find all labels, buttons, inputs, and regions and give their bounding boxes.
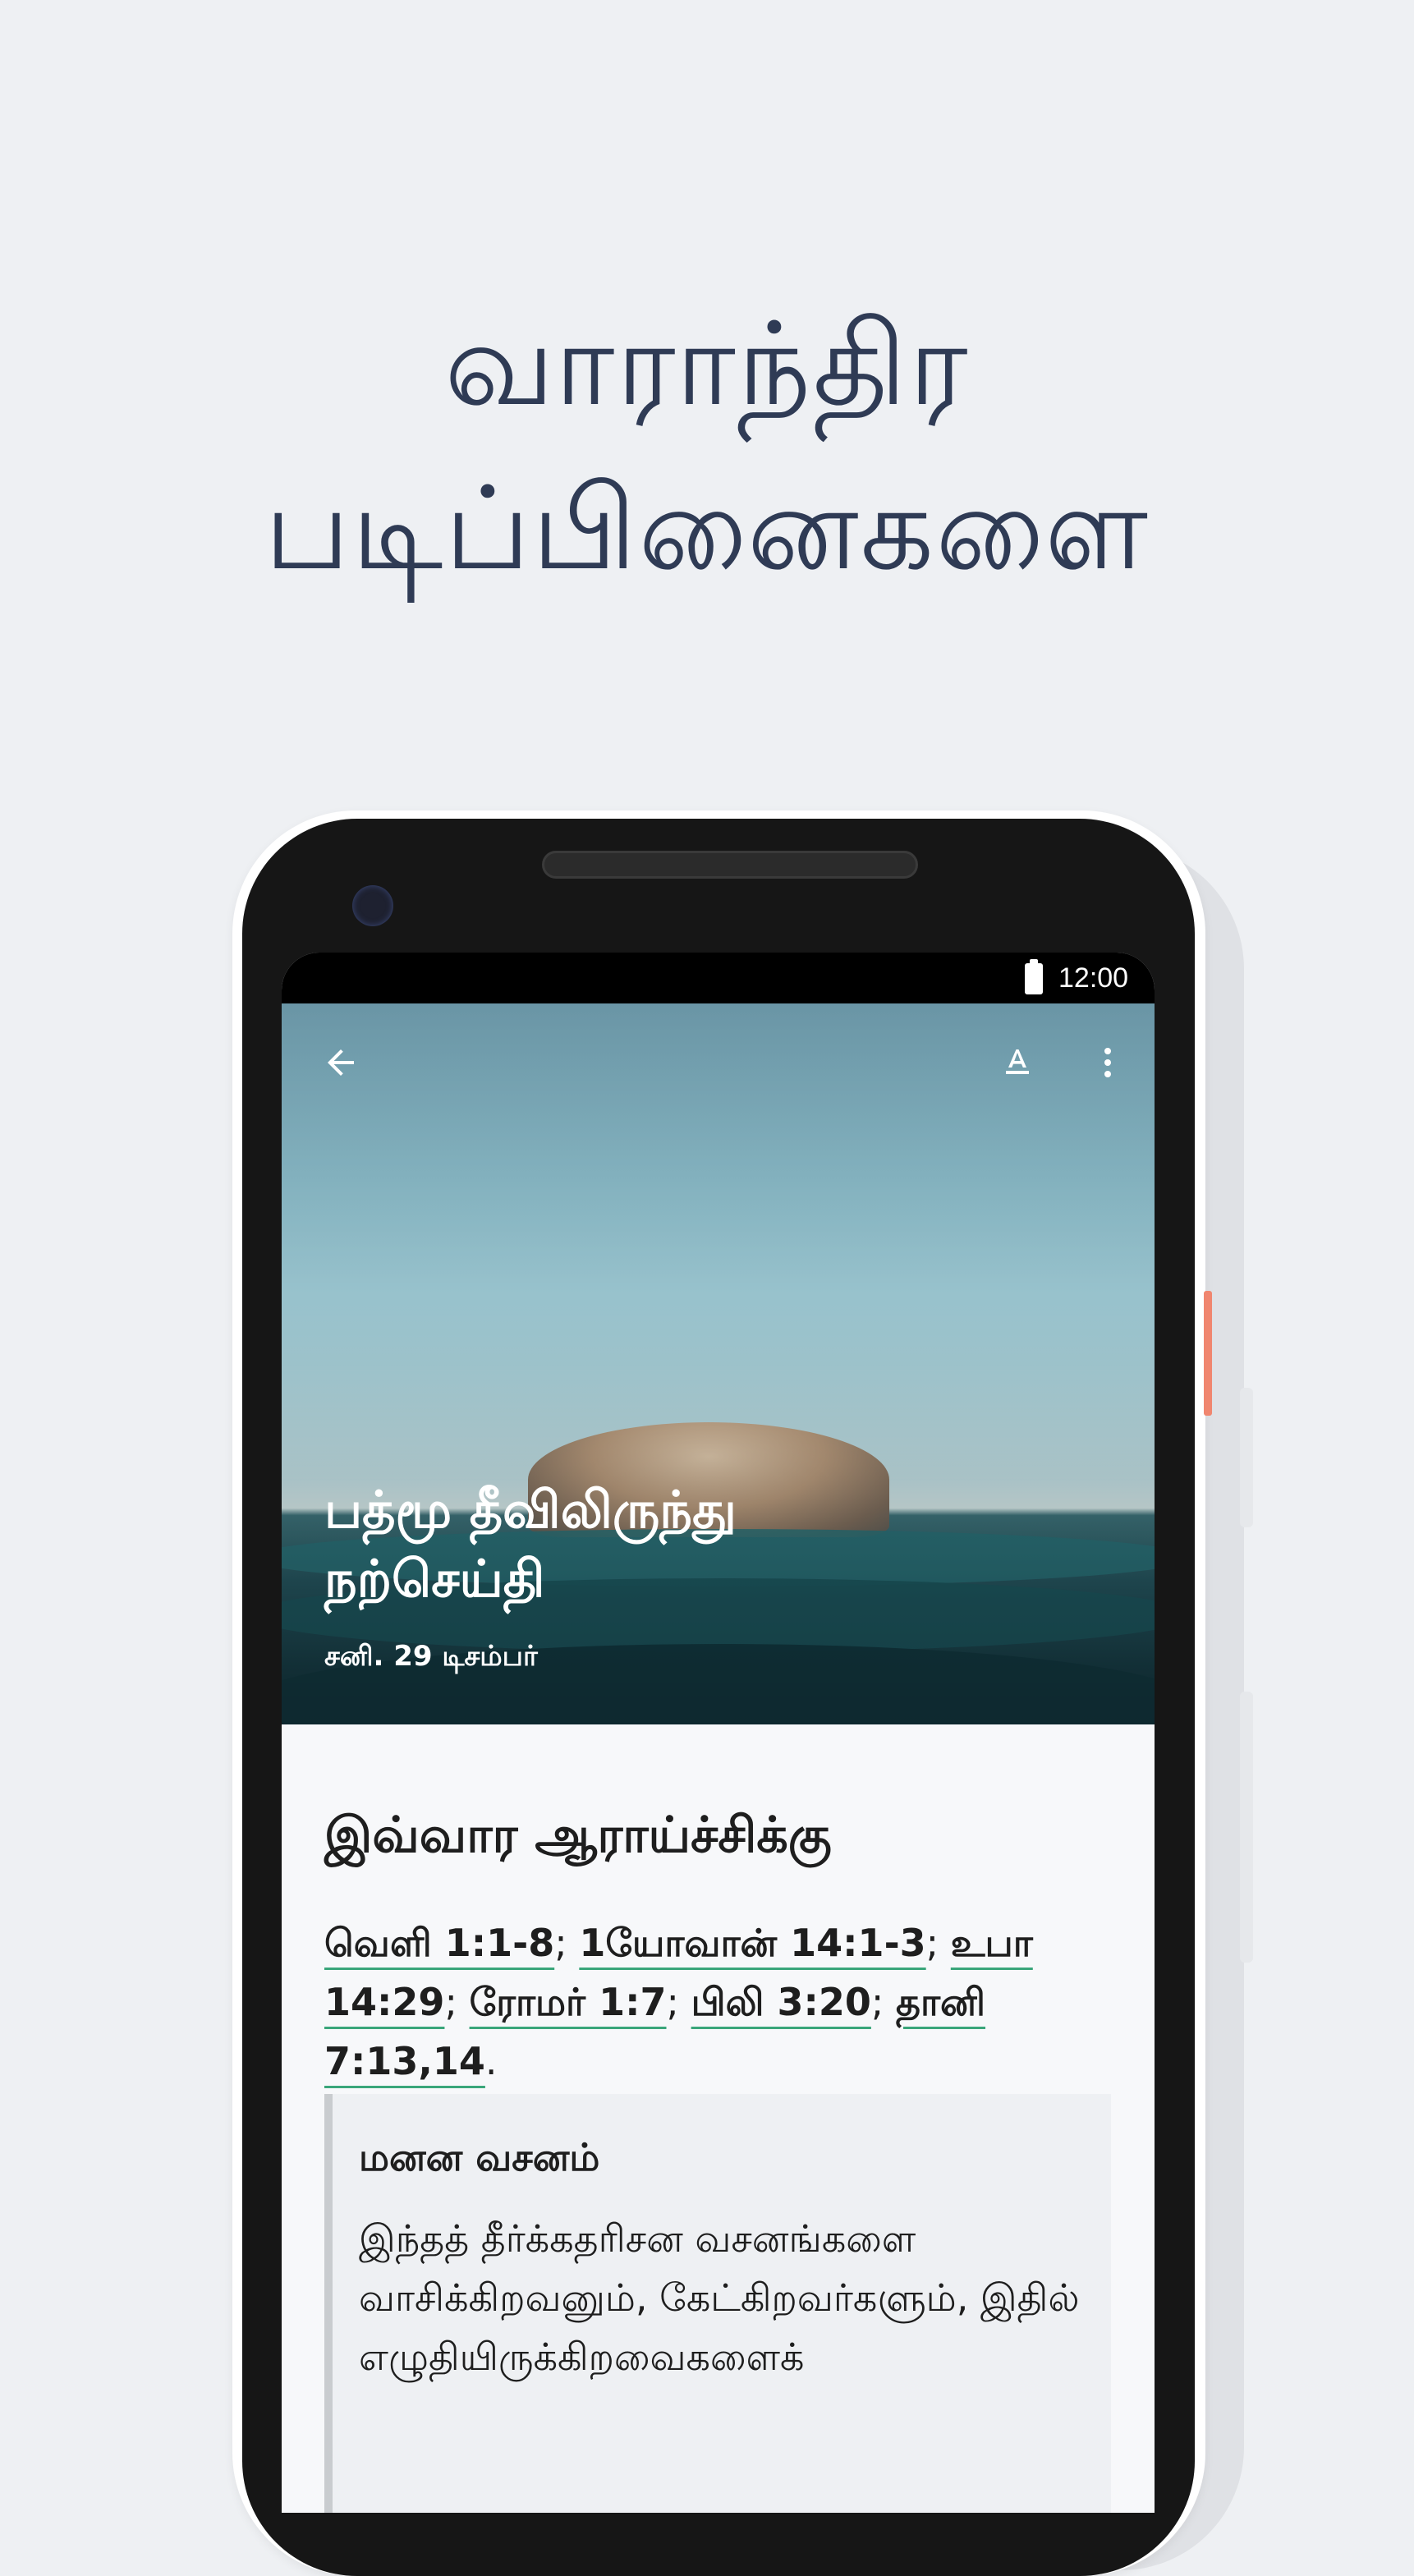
lesson-content: இவ்வார ஆராய்ச்சிக்கு வெளி 1:1-8; 1யோவான்… (282, 1724, 1155, 2513)
power-button (1204, 1291, 1212, 1416)
status-bar: 12:00 (282, 953, 1155, 1003)
text-format-icon (1006, 1049, 1029, 1074)
memory-verse-text: இந்தத் தீர்க்கதரிசன வசனங்களை வாசிக்கிறவன… (359, 2216, 1080, 2379)
lesson-title-line-1: பத்மூ தீவிலிருந்து (324, 1480, 737, 1540)
more-options-button[interactable] (1083, 1038, 1132, 1087)
reference-separator: ; (444, 1980, 470, 2024)
lesson-hero: பத்மூ தீவிலிருந்து நற்செய்தி சனி. 29 டிச… (282, 1003, 1155, 1724)
headline: வாராந்திர படிப்பினைகளை (0, 283, 1414, 612)
reference-link[interactable]: பிலி 3:20 (691, 1980, 871, 2024)
memory-verse-box: மனன வசனம் இந்தத் தீர்க்கதரிசன வசனங்களை வ… (324, 2094, 1111, 2513)
reference-end: . (484, 2039, 498, 2083)
battery-icon (1025, 959, 1043, 994)
more-vert-icon (1104, 1048, 1111, 1077)
study-references: வெளி 1:1-8; 1யோவான் 14:1-3; உபா 14:29; ர… (324, 1913, 1113, 2091)
reference-link[interactable]: 1யோவான் 14:1-3 (579, 1921, 925, 1965)
phone-screen: 12:00 பத்மூ தீவிலிருந்து நற்செய்தி சனி. … (282, 953, 1155, 2513)
side-button-upper (1240, 1388, 1253, 1527)
phone-speaker (542, 851, 918, 879)
reference-link[interactable]: வெளி 1:1-8 (324, 1921, 554, 1965)
phone-camera (352, 885, 393, 926)
study-heading: இவ்வார ஆராய்ச்சிக்கு (324, 1807, 832, 1864)
side-button-lower (1240, 1692, 1253, 1963)
lesson-title-line-2: நற்செய்தி (324, 1549, 545, 1609)
lesson-date: சனி. 29 டிசம்பர் (324, 1640, 538, 1673)
reference-separator: ; (554, 1921, 580, 1965)
memory-verse-title: மனன வசனம் (359, 2135, 600, 2179)
status-time: 12:00 (1058, 962, 1129, 994)
arrow-left-icon (328, 1049, 354, 1076)
lesson-title: பத்மூ தீவிலிருந்து நற்செய்தி (324, 1476, 1063, 1614)
reference-separator: ; (666, 1980, 691, 2024)
text-size-button[interactable] (993, 1038, 1042, 1087)
reference-link[interactable]: ரோமர் 1:7 (470, 1980, 667, 2024)
headline-line-2: படிப்பினைகளை (264, 462, 1150, 596)
reference-separator: ; (925, 1921, 951, 1965)
back-button[interactable] (316, 1038, 365, 1087)
headline-line-1: வாராந்திர (444, 298, 970, 432)
hero-shade (282, 1003, 1155, 1724)
reference-separator: ; (870, 1980, 896, 2024)
